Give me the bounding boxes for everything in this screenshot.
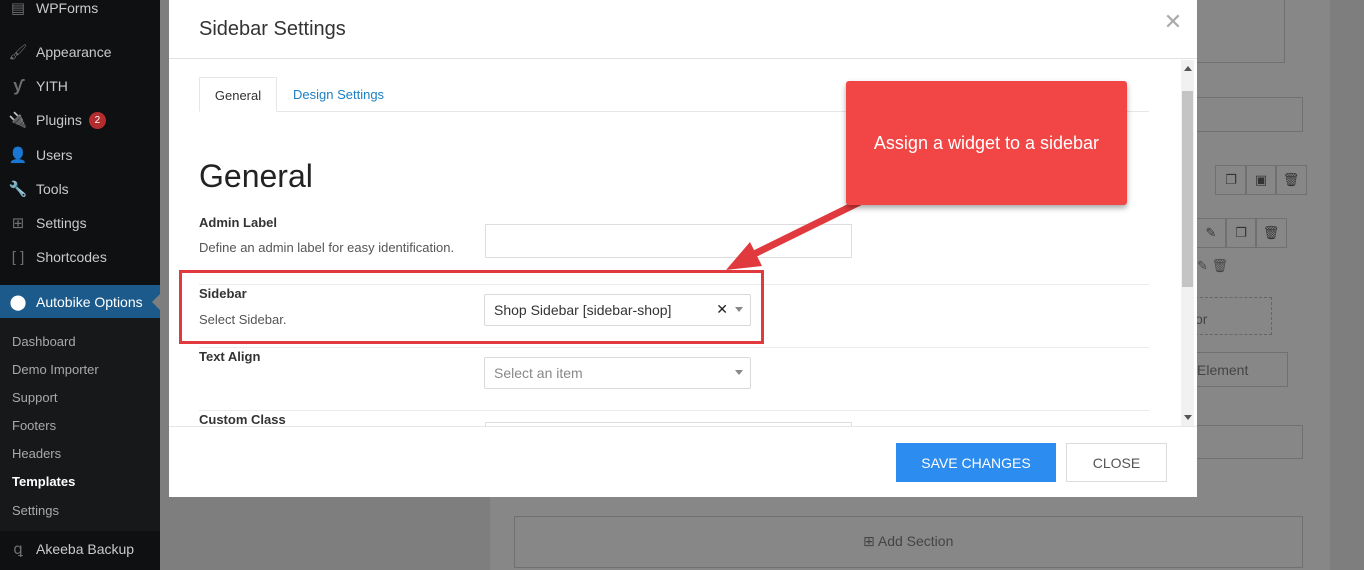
close-icon[interactable]: ✕ xyxy=(1163,11,1183,33)
row-divider xyxy=(199,410,1149,411)
submenu-item-templates[interactable]: Templates xyxy=(12,474,75,489)
submenu-item-headers[interactable]: Headers xyxy=(12,446,61,461)
wrench-icon: 🔧 xyxy=(8,181,28,198)
modal-footer: SAVE CHANGES CLOSE xyxy=(169,426,1197,497)
current-menu-arrow xyxy=(152,294,160,310)
sidebar-item-settings[interactable]: ⊞ Settings xyxy=(0,206,160,240)
custom-class-label: Custom Class xyxy=(199,412,286,426)
sidebar-item-label: Appearance xyxy=(36,44,112,60)
brackets-icon: [ ] xyxy=(11,248,25,266)
sidebar-item-label: Tools xyxy=(36,181,69,197)
admin-label-label: Admin Label xyxy=(199,215,278,230)
modal-scrollbar[interactable] xyxy=(1181,60,1194,426)
sidebar-item-label: YITH xyxy=(36,78,68,94)
sidebar-item-akeeba-backup[interactable]: ꝗ Akeeba Backup xyxy=(0,532,160,566)
text-align-label: Text Align xyxy=(199,349,261,364)
callout-text: Assign a widget to a sidebar xyxy=(873,133,1100,153)
edit-icon: ✎ 🗑 xyxy=(1197,258,1229,273)
copy-icon: ❐ xyxy=(1225,218,1257,248)
trash-icon: 🗑 xyxy=(1255,218,1287,248)
modal-header: Sidebar Settings ✕ xyxy=(169,0,1197,59)
close-button[interactable]: CLOSE xyxy=(1066,443,1167,482)
save-changes-button[interactable]: SAVE CHANGES xyxy=(896,443,1056,482)
modal-title: Sidebar Settings xyxy=(199,18,346,40)
akeeba-icon: ꝗ xyxy=(13,541,23,558)
sidebar-item-label: Autobike Options xyxy=(36,294,143,310)
text-align-placeholder: Select an item xyxy=(494,365,583,381)
autobike-submenu: Dashboard Demo Importer Support Footers … xyxy=(0,318,160,531)
add-section-label: Add Section xyxy=(877,533,954,549)
sidebar-item-label: Akeeba Backup xyxy=(36,541,135,557)
save-icon: ▣ xyxy=(1245,165,1277,195)
sidebar-item-label: Shortcodes xyxy=(36,249,107,265)
submenu-item-demo-importer[interactable]: Demo Importer xyxy=(12,362,99,377)
tab-general[interactable]: General xyxy=(199,77,277,112)
section-heading: General xyxy=(199,158,313,194)
bg-element-label: Element xyxy=(1197,362,1249,378)
annotation-callout: Assign a widget to a sidebar xyxy=(846,81,1127,205)
sidebar-item-wpforms[interactable]: ▤ WPForms xyxy=(0,0,160,25)
sidebar-item-label: WPForms xyxy=(36,0,99,16)
sidebar-item-label: Settings xyxy=(36,215,87,231)
chevron-down-icon xyxy=(735,370,743,375)
update-count-badge: 2 xyxy=(88,111,106,129)
edit-icon: ✎ xyxy=(1195,218,1227,248)
sidebar-item-appearance[interactable]: 🖌 Appearance xyxy=(0,35,160,69)
submenu-item-footers[interactable]: Footers xyxy=(12,418,56,433)
sidebar-item-users[interactable]: 👤 Users xyxy=(0,138,160,172)
submenu-item-support[interactable]: Support xyxy=(12,390,58,405)
sidebar-item-label: Users xyxy=(36,147,73,163)
sidebar-item-shortcodes[interactable]: [ ] Shortcodes xyxy=(0,240,160,274)
row-divider xyxy=(199,347,1149,348)
yith-icon: ƴ xyxy=(13,76,23,95)
text-align-select[interactable]: Select an item xyxy=(484,357,751,389)
paintbrush-icon: 🖌 xyxy=(8,44,28,61)
scroll-up-icon[interactable] xyxy=(1184,66,1192,71)
forms-icon: ▤ xyxy=(10,0,26,17)
sidebar-item-label: Plugins xyxy=(36,112,82,128)
sidebar-item-tools[interactable]: 🔧 Tools xyxy=(0,172,160,206)
sidebar-item-autobike-options[interactable]: ⬤ Autobike Options xyxy=(0,285,160,319)
trash-icon: 🗑 xyxy=(1275,165,1307,195)
callout-arrow xyxy=(726,194,872,270)
sidebar-item-plugins[interactable]: 🔌 Plugins 2 xyxy=(0,103,160,137)
plug-icon: 🔌 xyxy=(8,112,28,129)
admin-sidebar: ▤ WPForms 🖌 Appearance ƴ YITH 🔌 Plugins … xyxy=(0,0,160,570)
user-icon: 👤 xyxy=(8,147,28,164)
scroll-thumb[interactable] xyxy=(1182,91,1193,287)
tab-design-settings[interactable]: Design Settings xyxy=(293,77,384,112)
submenu-item-settings[interactable]: Settings xyxy=(12,503,59,518)
submenu-item-dashboard[interactable]: Dashboard xyxy=(12,334,76,349)
sidebar-item-yith[interactable]: ƴ YITH xyxy=(0,69,160,103)
add-section-button: ⊞ Add Section xyxy=(863,533,954,549)
sidebar-settings-modal: Sidebar Settings ✕ General Design Settin… xyxy=(169,0,1197,497)
gear-logo-icon: ⬤ xyxy=(9,294,27,311)
highlight-box xyxy=(179,270,764,344)
admin-label-description: Define an admin label for easy identific… xyxy=(199,240,455,255)
sliders-icon: ⊞ xyxy=(11,215,25,232)
copy-icon: ❐ xyxy=(1215,165,1247,195)
scroll-down-icon[interactable] xyxy=(1184,415,1192,420)
